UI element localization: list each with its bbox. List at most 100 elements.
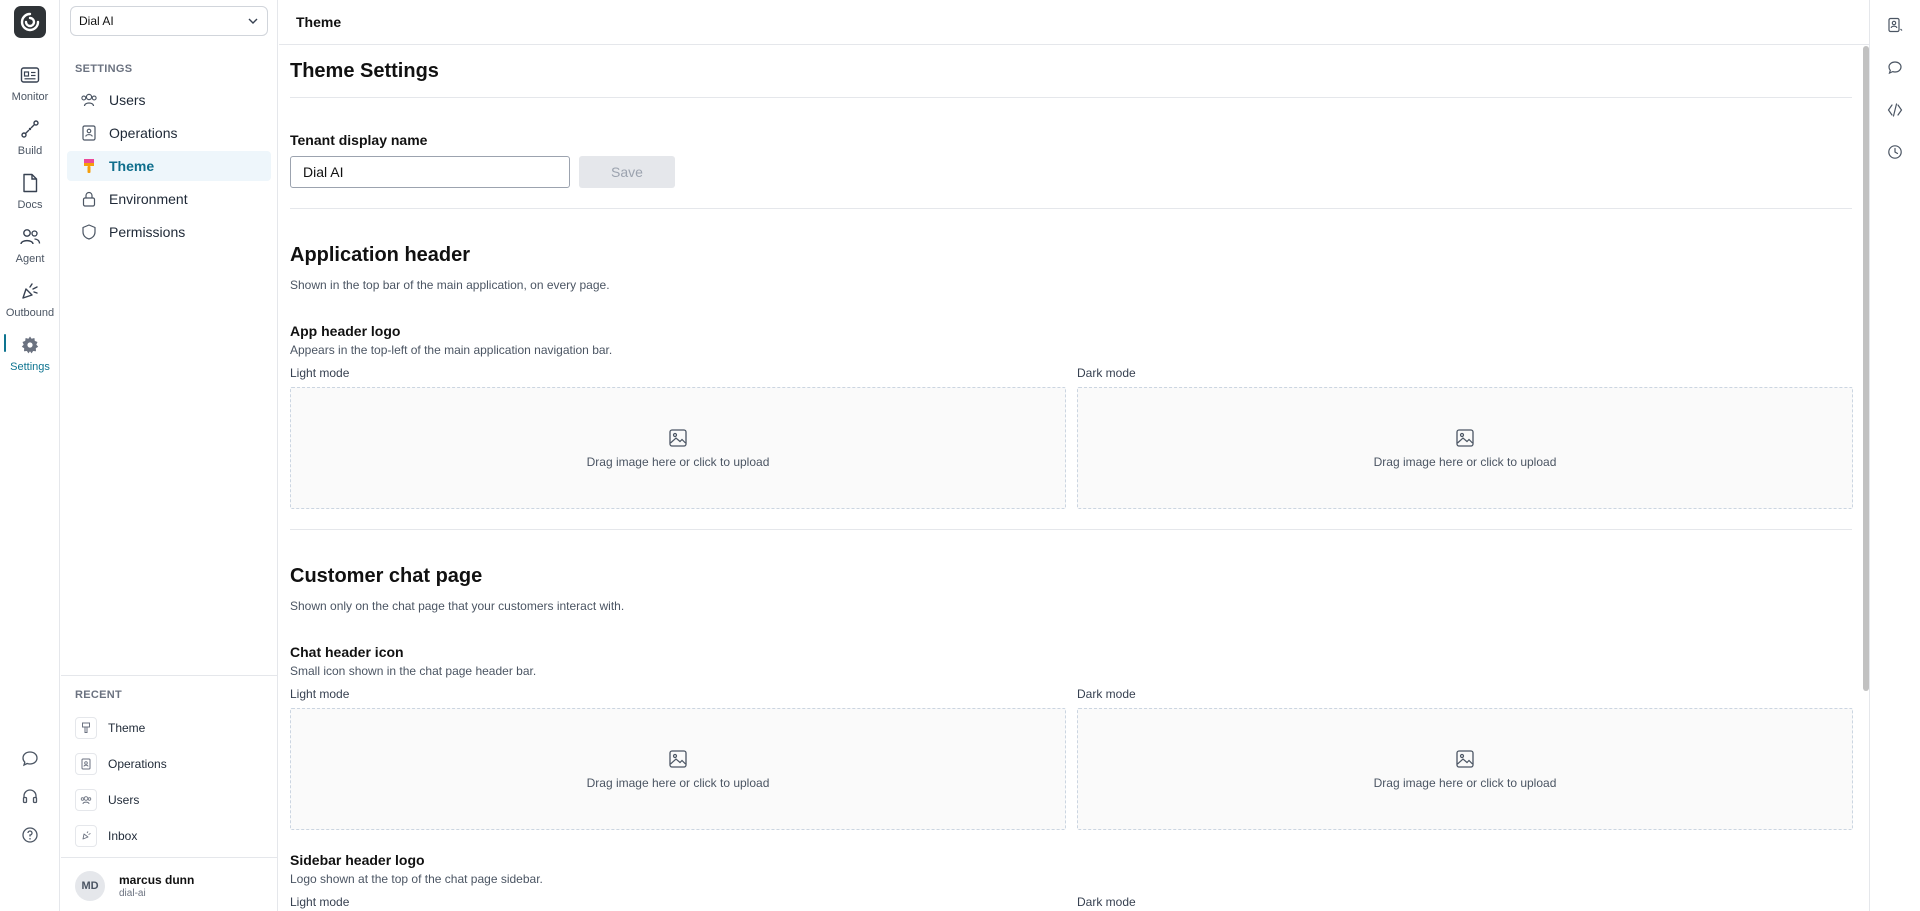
users-icon: [75, 789, 97, 811]
settings-sidebar: Dial AI SETTINGS Users Operations Theme …: [61, 0, 278, 911]
operations-icon: [80, 124, 98, 142]
chat-header-icon-desc: Small icon shown in the chat page header…: [290, 664, 537, 678]
image-icon: [668, 428, 688, 448]
app-header-logo-dark-dropzone[interactable]: Drag image here or click to upload: [1077, 387, 1853, 509]
chat-page-section-desc: Shown only on the chat page that your cu…: [290, 599, 625, 613]
inbox-icon: [75, 825, 97, 847]
rail-label: Build: [17, 145, 43, 157]
dropzone-text: Drag image here or click to upload: [1373, 454, 1557, 469]
page-title: Theme Settings: [290, 60, 439, 82]
code-icon[interactable]: [1884, 99, 1906, 121]
sidebar-divider: [61, 675, 278, 676]
contact-icon[interactable]: [1884, 14, 1906, 36]
light-mode-label: Light mode: [290, 895, 350, 909]
rail-label: Monitor: [11, 91, 49, 103]
shield-icon: [80, 223, 98, 241]
gear-icon: [19, 334, 41, 356]
logo-icon: [20, 12, 40, 32]
chat-page-section-title: Customer chat page: [290, 565, 483, 587]
user-org: dial-ai: [119, 888, 146, 899]
sidebar-item-label: Operations: [109, 125, 178, 141]
image-icon: [1455, 749, 1475, 769]
rail-support-button[interactable]: [0, 782, 60, 812]
dark-mode-label: Dark mode: [1077, 895, 1136, 909]
build-icon: [19, 118, 41, 140]
theme-icon: [75, 717, 97, 739]
headset-icon: [21, 788, 39, 806]
dark-mode-label: Dark mode: [1077, 366, 1136, 380]
main-scrollbar[interactable]: [1862, 46, 1869, 911]
sidebar-item-label: Environment: [109, 191, 188, 207]
recent-item-label: Inbox: [108, 829, 138, 843]
user-menu[interactable]: MD marcus dunn dial-ai: [75, 871, 194, 901]
rail-item-outbound[interactable]: Outbound: [0, 278, 60, 328]
sidebar-logo-title: Sidebar header logo: [290, 852, 425, 868]
divider: [290, 529, 1852, 530]
sidebar-item-permissions[interactable]: Permissions: [67, 217, 271, 247]
conversation-icon[interactable]: [1884, 57, 1906, 79]
app-header-logo-light-dropzone[interactable]: Drag image here or click to upload: [290, 387, 1066, 509]
image-icon: [668, 749, 688, 769]
sidebar-divider: [61, 857, 278, 858]
chat-header-icon-light-dropzone[interactable]: Drag image here or click to upload: [290, 708, 1066, 830]
chat-icon: [21, 750, 39, 768]
lock-icon: [80, 190, 98, 208]
dropzone-text: Drag image here or click to upload: [1373, 775, 1557, 790]
app-header-section-desc: Shown in the top bar of the main applica…: [290, 278, 610, 292]
rail-label: Settings: [10, 361, 50, 373]
rail-item-build[interactable]: Build: [0, 116, 60, 166]
rail-item-agent[interactable]: Agent: [0, 224, 60, 274]
sidebar-logo-desc: Logo shown at the top of the chat page s…: [290, 872, 543, 886]
recent-item-users[interactable]: Users: [75, 787, 265, 813]
tenant-select-value: Dial AI: [79, 14, 114, 28]
sidebar-item-label: Theme: [109, 158, 155, 174]
rail-label: Docs: [17, 199, 43, 211]
agent-icon: [19, 226, 41, 248]
dropzone-text: Drag image here or click to upload: [586, 775, 770, 790]
sidebar-item-environment[interactable]: Environment: [67, 184, 271, 214]
monitor-icon: [19, 64, 41, 86]
rail-help-button[interactable]: [0, 820, 60, 850]
rail-chat-button[interactable]: [0, 744, 60, 774]
recent-item-operations[interactable]: Operations: [75, 751, 265, 777]
image-icon: [1455, 428, 1475, 448]
recent-item-label: Users: [108, 793, 140, 807]
tenant-select[interactable]: Dial AI: [70, 6, 268, 36]
right-rail: [1869, 0, 1920, 911]
app-rail: Monitor Build Docs Agent Outbound Settin…: [0, 0, 60, 911]
app-header-section-title: Application header: [290, 244, 471, 266]
page-header-title: Theme: [296, 14, 342, 30]
chat-header-icon-dark-dropzone[interactable]: Drag image here or click to upload: [1077, 708, 1853, 830]
sidebar-item-users[interactable]: Users: [67, 85, 271, 115]
help-icon: [21, 826, 39, 844]
users-icon: [80, 91, 98, 109]
sidebar-item-operations[interactable]: Operations: [67, 118, 271, 148]
rail-item-settings[interactable]: Settings: [0, 332, 60, 382]
app-header-logo-desc: Appears in the top-left of the main appl…: [290, 343, 613, 357]
rail-item-monitor[interactable]: Monitor: [0, 62, 60, 112]
history-icon[interactable]: [1884, 141, 1906, 163]
outbound-icon: [19, 280, 41, 302]
recent-item-label: Operations: [108, 757, 167, 771]
recent-item-theme[interactable]: Theme: [75, 715, 265, 741]
rail-label: Agent: [15, 253, 45, 265]
scrollbar-thumb[interactable]: [1863, 46, 1869, 691]
sidebar-section-label: SETTINGS: [75, 63, 133, 75]
page-header: Theme: [279, 0, 1869, 45]
chat-header-icon-title: Chat header icon: [290, 644, 404, 660]
main-content: Theme Settings Tenant display name Save …: [279, 46, 1862, 911]
avatar: MD: [75, 871, 105, 901]
chevron-down-icon: [247, 15, 259, 27]
save-button[interactable]: Save: [579, 156, 675, 188]
user-name: marcus dunn: [119, 873, 195, 887]
app-logo[interactable]: [14, 6, 46, 38]
tenant-name-input[interactable]: [290, 156, 570, 188]
recent-label: RECENT: [75, 689, 123, 701]
sidebar-item-label: Permissions: [109, 224, 186, 240]
recent-item-inbox[interactable]: Inbox: [75, 823, 265, 849]
light-mode-label: Light mode: [290, 366, 350, 380]
sidebar-item-theme[interactable]: Theme: [67, 151, 271, 181]
tenant-name-label: Tenant display name: [290, 132, 428, 148]
operations-icon: [75, 753, 97, 775]
rail-item-docs[interactable]: Docs: [0, 170, 60, 220]
